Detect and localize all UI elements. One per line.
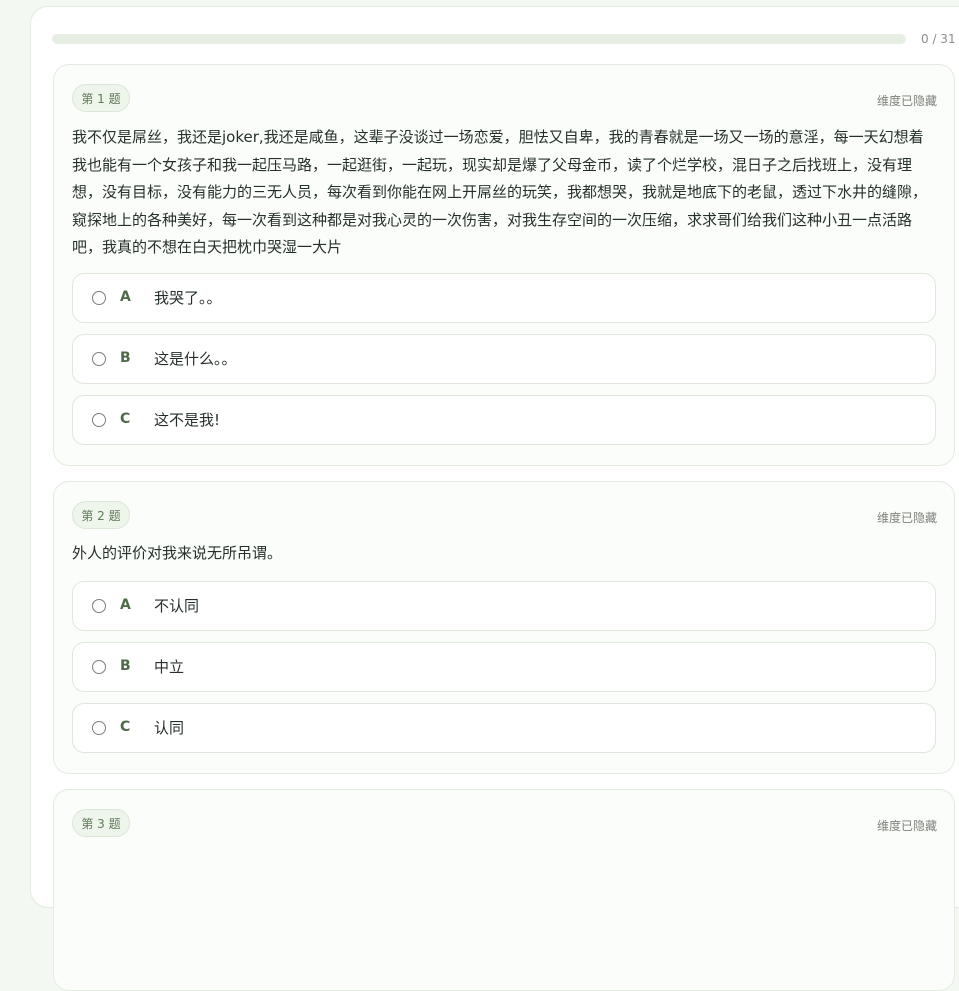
radio-unchecked-icon[interactable] — [92, 599, 106, 613]
radio-unchecked-icon[interactable] — [92, 660, 106, 674]
question-text: 我不仅是屌丝，我还是joker,我还是咸鱼，这辈子没谈过一场恋爱，胆怯又自卑，我… — [72, 128, 928, 256]
option-c[interactable]: C 这不是我! — [72, 395, 936, 445]
option-label: 不认同 — [154, 597, 200, 615]
option-key: B — [120, 350, 131, 366]
radio-unchecked-icon[interactable] — [92, 413, 106, 427]
option-key: C — [120, 719, 131, 735]
radio-unchecked-icon[interactable] — [92, 721, 106, 735]
question-card: 第 3 题 维度已隐藏 — [53, 789, 955, 991]
question-number-badge: 第 2 题 — [72, 501, 130, 529]
option-key: B — [120, 658, 131, 674]
progress-row: 0 / 31 — [52, 32, 959, 46]
question-text: 外人的评价对我来说无所吊谓。 — [72, 544, 283, 562]
option-b[interactable]: B 中立 — [72, 642, 936, 692]
option-label: 认同 — [154, 719, 185, 737]
option-label: 中立 — [154, 658, 185, 676]
option-label: 我哭了。。 — [154, 289, 222, 307]
dimension-hidden-label: 维度已隐藏 — [876, 511, 937, 525]
question-number-badge: 第 3 题 — [72, 809, 130, 837]
dimension-hidden-label: 维度已隐藏 — [876, 94, 937, 108]
progress-count: 0 / 31 — [921, 32, 956, 46]
question-number-badge: 第 1 题 — [72, 84, 130, 112]
option-key: A — [120, 597, 131, 613]
option-a[interactable]: A 我哭了。。 — [72, 273, 936, 323]
radio-unchecked-icon[interactable] — [92, 291, 106, 305]
progress-bar — [52, 34, 906, 44]
quiz-container: 0 / 31 第 1 题 维度已隐藏 我不仅是屌丝，我还是joker,我还是咸鱼… — [30, 6, 959, 991]
option-key: C — [120, 411, 131, 427]
option-b[interactable]: B 这是什么。。 — [72, 334, 936, 384]
option-a[interactable]: A 不认同 — [72, 581, 936, 631]
question-card: 第 1 题 维度已隐藏 我不仅是屌丝，我还是joker,我还是咸鱼，这辈子没谈过… — [53, 64, 955, 466]
radio-unchecked-icon[interactable] — [92, 352, 106, 366]
question-card: 第 2 题 维度已隐藏 外人的评价对我来说无所吊谓。 A 不认同 B 中立 C … — [53, 481, 955, 774]
option-label: 这不是我! — [154, 411, 221, 429]
option-key: A — [120, 289, 131, 305]
option-c[interactable]: C 认同 — [72, 703, 936, 753]
option-label: 这是什么。。 — [154, 350, 237, 368]
dimension-hidden-label: 维度已隐藏 — [876, 819, 937, 833]
